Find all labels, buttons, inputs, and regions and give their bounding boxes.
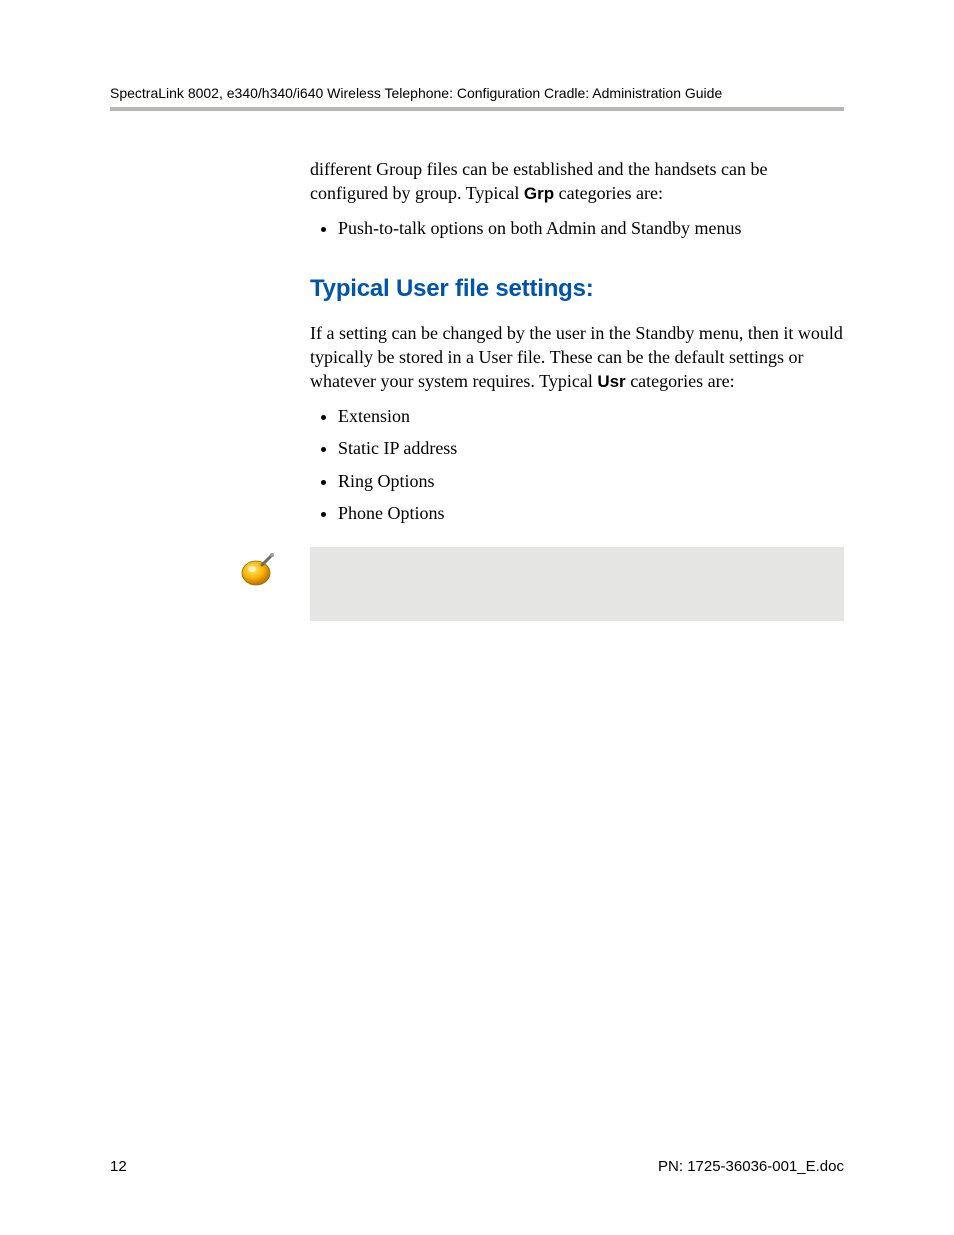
text-fragment: If a setting can be changed by the user … (310, 323, 843, 392)
section-heading: Typical User file settings: (310, 275, 844, 303)
text-fragment: categories are: (626, 371, 735, 391)
grp-label: Grp (524, 184, 554, 203)
note-pin-icon (238, 547, 310, 589)
content-column: different Group files can be established… (310, 157, 844, 529)
note-box (310, 547, 844, 621)
list-item: Static IP address (338, 432, 844, 464)
user-intro-paragraph: If a setting can be changed by the user … (310, 321, 844, 395)
text-fragment: categories are: (554, 183, 663, 203)
list-item: Ring Options (338, 465, 844, 497)
list-item: Push-to-talk options on both Admin and S… (338, 212, 844, 244)
usr-category-list: Extension Static IP address Ring Options… (310, 400, 844, 529)
document-id: PN: 1725-36036-001_E.doc (658, 1158, 844, 1175)
list-item: Phone Options (338, 497, 844, 529)
list-item: Extension (338, 400, 844, 432)
document-page: SpectraLink 8002, e340/h340/i640 Wireles… (0, 0, 954, 1235)
grp-category-list: Push-to-talk options on both Admin and S… (310, 212, 844, 244)
header-rule (110, 107, 844, 111)
usr-label: Usr (597, 372, 625, 391)
note-row (110, 547, 844, 621)
page-footer: 12 PN: 1725-36036-001_E.doc (110, 1158, 844, 1175)
group-intro-paragraph: different Group files can be established… (310, 157, 844, 206)
page-number: 12 (110, 1158, 127, 1175)
running-header: SpectraLink 8002, e340/h340/i640 Wireles… (110, 85, 844, 107)
